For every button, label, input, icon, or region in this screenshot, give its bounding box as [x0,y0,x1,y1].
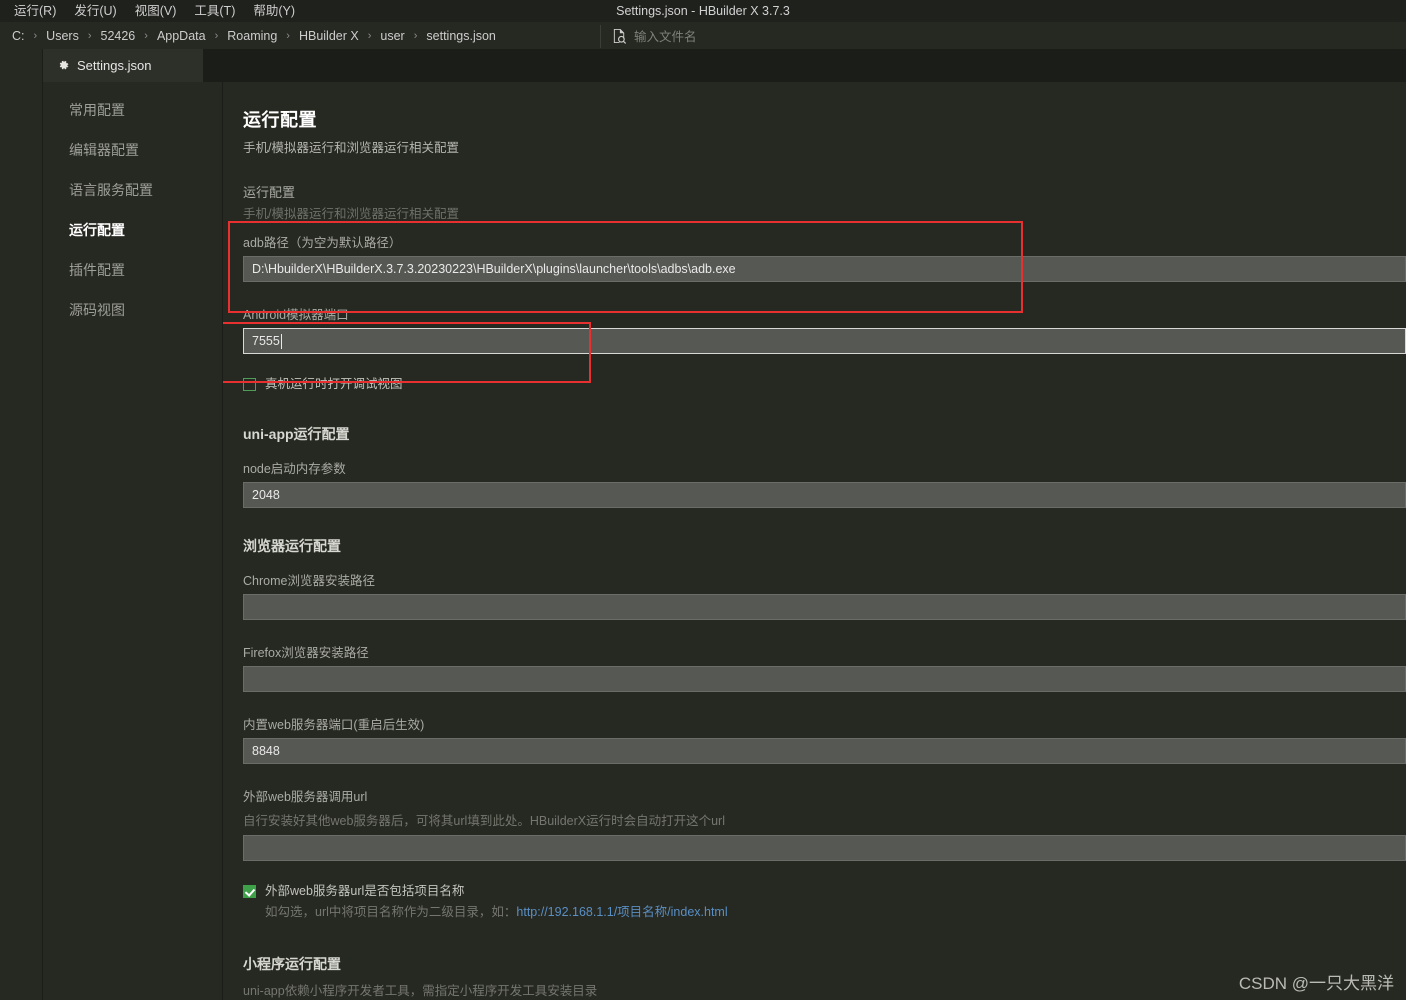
gear-icon [59,60,69,70]
section-heading-browser: 浏览器运行配置 [243,538,341,554]
builtin-port-label: 内置web服务器端口(重启后生效) [243,718,425,732]
sidebar-item-run-config[interactable]: 运行配置 [43,210,222,250]
adb-path-input[interactable]: D:\HbuilderX\HBuilderX.3.7.3.20230223\HB… [243,256,1406,282]
menu-publish[interactable]: 发行(U) [65,1,125,21]
external-url-hint: 自行安装好其他web服务器后，可将其url填到此处。HBuilderX运行时会自… [243,814,725,828]
include-project-name-label: 外部web服务器url是否包括项目名称 [265,884,465,898]
menu-help[interactable]: 帮助(Y) [244,1,304,21]
field-android-emulator-port: Android模拟器端口 7555 [243,304,1406,354]
sidebar-item-editor[interactable]: 编辑器配置 [43,130,222,170]
chrome-path-input[interactable] [243,594,1406,620]
hbuilderx-window: 运行(R) 发行(U) 视图(V) 工具(T) 帮助(Y) Settings.j… [0,0,1406,1000]
node-memory-label: node启动内存参数 [243,462,346,476]
field-builtin-port: 内置web服务器端口(重启后生效) 8848 [243,714,1406,764]
menu-tools[interactable]: 工具(T) [185,1,244,21]
field-adb-path: adb路径（为空为默认路径） D:\HbuilderX\HBuilderX.3.… [243,232,1406,282]
chevron-right-icon: › [144,29,148,42]
field-node-memory: node启动内存参数 2048 [243,458,1406,508]
breadcrumb-item-user[interactable]: user [378,29,406,43]
breadcrumb-item-roaming[interactable]: Roaming [225,29,279,43]
external-url-label: 外部web服务器调用url [243,790,368,804]
tab-settings-json[interactable]: Settings.json [43,49,204,82]
node-memory-input[interactable]: 2048 [243,482,1406,508]
include-project-name-checkbox[interactable] [243,885,256,898]
chevron-right-icon: › [286,29,290,42]
settings-content: 运行配置 手机/模拟器运行和浏览器运行相关配置 运行配置 手机/模拟器运行和浏览… [223,82,1406,1000]
filename-search-placeholder: 输入文件名 [634,30,697,44]
settings-content-inner: 运行配置 手机/模拟器运行和浏览器运行相关配置 运行配置 手机/模拟器运行和浏览… [223,82,1406,1000]
breadcrumb-bar: C: › Users › 52426 › AppData › Roaming ›… [0,22,1406,49]
sidebar-item-plugins[interactable]: 插件配置 [43,250,222,290]
menu-run[interactable]: 运行(R) [5,1,65,21]
sidebar-item-source-view[interactable]: 源码视图 [43,290,222,330]
row-debug-view-checkbox[interactable]: 真机运行时打开调试视图 [243,376,1406,392]
breadcrumb-item-users[interactable]: Users [44,29,81,43]
sidebar-item-language-service[interactable]: 语言服务配置 [43,170,222,210]
section-subheading-miniprogram: uni-app依赖小程序开发者工具，需指定小程序开发工具安装目录 [243,984,598,998]
field-firefox-path: Firefox浏览器安装路径 [243,642,1406,692]
chrome-path-label: Chrome浏览器安装路径 [243,574,375,588]
chevron-right-icon: › [214,29,219,42]
chevron-right-icon: › [367,29,372,42]
field-external-url: 外部web服务器调用url 自行安装好其他web服务器后，可将其url填到此处。… [243,786,1406,861]
include-project-name-hint-text: 如勾选，url中将项目名称作为二级目录，如： [265,905,517,919]
chevron-right-icon: › [413,29,418,42]
row-include-project-name-checkbox[interactable]: 外部web服务器url是否包括项目名称 [243,883,1406,899]
chevron-right-icon: › [87,29,92,42]
page-title: 运行配置 [243,110,317,130]
breadcrumb: C: › Users › 52426 › AppData › Roaming ›… [0,29,498,43]
section-heading-miniprogram: 小程序运行配置 [243,956,341,972]
group-subtitle-run-config: 手机/模拟器运行和浏览器运行相关配置 [243,207,459,221]
menu-view[interactable]: 视图(V) [126,1,186,21]
section-heading-uniapp: uni-app运行配置 [243,426,350,442]
breadcrumb-item-settings-json[interactable]: settings.json [424,29,497,43]
tab-label: Settings.json [77,58,152,73]
sidebar-item-common[interactable]: 常用配置 [43,90,222,130]
breadcrumb-item-drive[interactable]: C: [10,29,27,43]
field-chrome-path: Chrome浏览器安装路径 [243,570,1406,620]
include-project-name-hint: 如勾选，url中将项目名称作为二级目录，如：http://192.168.1.1… [265,901,1406,920]
editor-column: Settings.json 常用配置 编辑器配置 语言服务配置 运行配置 插件配… [43,49,1406,1000]
breadcrumb-item-hbuilderx[interactable]: HBuilder X [297,29,361,43]
left-gutter [0,49,43,1000]
firefox-path-input[interactable] [243,666,1406,692]
filename-search-box[interactable]: 输入文件名 [612,22,697,49]
adb-path-label: adb路径（为空为默认路径） [243,236,402,250]
breadcrumb-divider [600,25,601,48]
group-title-run-config: 运行配置 [243,185,296,200]
text-cursor [280,333,282,349]
android-emulator-port-label: Android模拟器端口 [243,308,349,322]
breadcrumb-item-appdata[interactable]: AppData [155,29,208,43]
settings-nav: 常用配置 编辑器配置 语言服务配置 运行配置 插件配置 源码视图 [43,82,223,1000]
settings-pane: 常用配置 编辑器配置 语言服务配置 运行配置 插件配置 源码视图 运行配置 手机… [43,82,1406,1000]
include-project-name-hint-url: http://192.168.1.1/项目名称/index.html [516,905,728,919]
tab-strip: Settings.json [43,49,1406,82]
external-url-input[interactable] [243,835,1406,861]
builtin-port-input[interactable]: 8848 [243,738,1406,764]
android-emulator-port-input[interactable]: 7555 [243,328,1406,354]
file-search-icon [613,28,627,44]
firefox-path-label: Firefox浏览器安装路径 [243,646,369,660]
page-subtitle: 手机/模拟器运行和浏览器运行相关配置 [243,141,459,155]
debug-view-checkbox-label: 真机运行时打开调试视图 [265,377,403,391]
workspace: Settings.json 常用配置 编辑器配置 语言服务配置 运行配置 插件配… [0,49,1406,1000]
breadcrumb-item-52426[interactable]: 52426 [99,29,138,43]
debug-view-checkbox[interactable] [243,378,256,391]
title-bar: 运行(R) 发行(U) 视图(V) 工具(T) 帮助(Y) Settings.j… [0,0,1406,22]
menu-bar: 运行(R) 发行(U) 视图(V) 工具(T) 帮助(Y) [0,1,304,21]
chevron-right-icon: › [33,29,38,42]
android-emulator-port-value: 7555 [252,334,280,348]
